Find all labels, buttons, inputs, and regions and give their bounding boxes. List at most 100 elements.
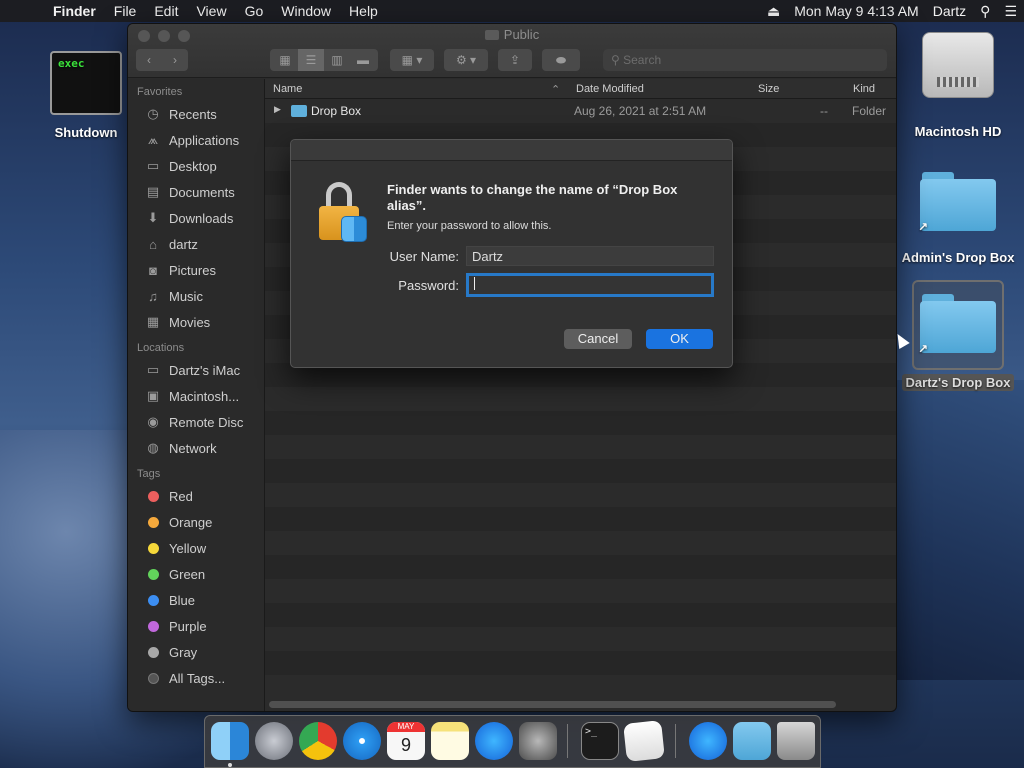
sidebar-tag-orange[interactable]: Orange xyxy=(128,509,264,535)
desktop-admin-dropbox[interactable]: ↗ Admin's Drop Box xyxy=(898,172,1018,265)
row-date: Aug 26, 2021 at 2:51 AM xyxy=(574,104,707,118)
sidebar-item-music[interactable]: ♫ Music xyxy=(128,283,264,309)
sidebar-tag-yellow[interactable]: Yellow xyxy=(128,535,264,561)
column-name[interactable]: Name xyxy=(273,83,302,95)
menu-go[interactable]: Go xyxy=(236,3,273,19)
sidebar-item-desktop[interactable]: ▭ Desktop xyxy=(128,153,264,179)
forward-button[interactable]: › xyxy=(162,49,188,71)
disk-icon: ▣ xyxy=(146,388,160,403)
menu-view[interactable]: View xyxy=(187,3,235,19)
row-kind: Folder xyxy=(852,104,887,118)
app-store-download-dock-icon[interactable] xyxy=(689,722,727,760)
download-icon: ⬇ xyxy=(147,210,159,225)
hard-drive-icon xyxy=(922,32,994,98)
favorites-header: Favorites xyxy=(137,86,183,98)
password-label: Password: xyxy=(398,278,459,293)
safari-dock-icon[interactable] xyxy=(343,722,381,760)
password-field[interactable] xyxy=(466,273,714,297)
horizontal-scrollbar[interactable] xyxy=(269,701,836,708)
disclosure-triangle-icon[interactable]: ▶ xyxy=(274,104,281,115)
search-field[interactable]: ⚲ Search xyxy=(603,49,887,71)
notification-center-icon[interactable]: ☰ xyxy=(997,3,1024,20)
sidebar-item-network[interactable]: ◍ Network xyxy=(128,435,264,461)
list-view-button[interactable]: ☰ xyxy=(298,49,324,71)
action-gear-button[interactable]: ⚙ ▾ xyxy=(444,49,488,71)
downloads-folder-dock-icon[interactable] xyxy=(733,722,771,760)
menu-app-finder[interactable]: Finder xyxy=(44,3,105,19)
dialog-titlebar xyxy=(291,140,732,161)
sidebar-item-pictures[interactable]: ◙ Pictures xyxy=(128,257,264,283)
view-mode-buttons: ▦ ☰ ▥ ▬ xyxy=(270,49,378,71)
gallery-view-button[interactable]: ▬ xyxy=(350,49,376,71)
table-row[interactable]: ▶ Drop Box Aug 26, 2021 at 2:51 AM -- Fo… xyxy=(265,99,896,123)
running-indicator xyxy=(228,763,232,767)
calendar-month: MAY xyxy=(387,722,425,732)
calendar-dock-icon[interactable]: MAY 9 xyxy=(387,722,425,760)
menu-edit[interactable]: Edit xyxy=(145,3,187,19)
column-view-button[interactable]: ▥ xyxy=(324,49,350,71)
chrome-dock-icon[interactable] xyxy=(299,722,337,760)
sort-chevron-icon[interactable]: ⌃ xyxy=(551,83,560,96)
column-size[interactable]: Size xyxy=(758,83,779,95)
tag-color-dot xyxy=(148,594,159,606)
sidebar-item-downloads[interactable]: ⬇ Downloads xyxy=(128,205,264,231)
folder-alias-icon: ↗ xyxy=(918,294,998,356)
folder-alias-icon: ↗ xyxy=(918,172,998,234)
menu-help[interactable]: Help xyxy=(340,3,387,19)
desktop-shutdown-item[interactable]: exec Shutdown xyxy=(48,51,124,140)
eject-icon[interactable]: ⏏ xyxy=(760,3,787,20)
ok-button[interactable]: OK xyxy=(646,329,713,349)
sidebar-item-recents[interactable]: ◷ Recents xyxy=(128,101,264,127)
tag-button[interactable]: ⬬ xyxy=(542,49,580,71)
sidebar-item-documents[interactable]: ▤ Documents xyxy=(128,179,264,205)
dock: MAY 9 >_ xyxy=(204,715,821,768)
desktop-icon: ▭ xyxy=(146,158,160,173)
calendar-day: 9 xyxy=(400,735,411,755)
sidebar-item-applications[interactable]: ⩕ Applications xyxy=(128,127,264,153)
textedit-dock-icon[interactable] xyxy=(623,720,665,762)
home-icon: ⌂ xyxy=(149,236,157,252)
tag-color-dot xyxy=(148,620,159,632)
globe-icon: ◍ xyxy=(147,440,159,455)
back-button[interactable]: ‹ xyxy=(136,49,162,71)
menu-file[interactable]: File xyxy=(105,3,146,19)
folder-icon xyxy=(291,105,307,117)
menubar-clock[interactable]: Mon May 9 4:13 AM xyxy=(787,3,926,19)
sidebar-tag-green[interactable]: Green xyxy=(128,561,264,587)
terminal-dock-icon[interactable]: >_ xyxy=(581,722,619,760)
sidebar-tag-red[interactable]: Red xyxy=(128,483,264,509)
icon-view-button[interactable]: ▦ xyxy=(272,49,298,71)
notes-dock-icon[interactable] xyxy=(431,722,469,760)
system-preferences-dock-icon[interactable] xyxy=(519,722,557,760)
selection-highlight: ↗ xyxy=(912,280,1004,370)
desktop-dartz-dropbox[interactable]: ↗ Dartz's Drop Box xyxy=(898,280,1018,391)
cancel-button[interactable]: Cancel xyxy=(564,329,632,349)
sidebar-all-tags[interactable]: All Tags... xyxy=(128,665,264,691)
sidebar-tag-purple[interactable]: Purple xyxy=(128,613,264,639)
app-store-dock-icon[interactable] xyxy=(475,722,513,760)
menu-window[interactable]: Window xyxy=(272,3,340,19)
sidebar-item-movies[interactable]: ▦ Movies xyxy=(128,309,264,335)
sidebar-item-macintosh-hd[interactable]: ▣ Macintosh... xyxy=(128,383,264,409)
group-button[interactable]: ▦ ▾ xyxy=(390,49,434,71)
tags-header: Tags xyxy=(137,468,161,480)
sidebar-item-imac[interactable]: ▭ Dartz's iMac xyxy=(128,357,264,383)
sidebar-tag-blue[interactable]: Blue xyxy=(128,587,264,613)
username-label: User Name: xyxy=(389,249,459,264)
sidebar-item-home[interactable]: ⌂ dartz xyxy=(128,231,264,257)
username-field[interactable]: Dartz xyxy=(466,246,714,266)
sidebar-item-remote-disc[interactable]: ◉ Remote Disc xyxy=(128,409,264,435)
trash-dock-icon[interactable] xyxy=(777,722,815,760)
column-date-modified[interactable]: Date Modified xyxy=(576,83,644,95)
spotlight-search-icon[interactable]: ⚲ xyxy=(973,3,997,20)
menubar-user[interactable]: Dartz xyxy=(926,3,973,19)
column-kind[interactable]: Kind xyxy=(853,83,875,95)
all-tags-icon xyxy=(148,672,159,684)
share-button[interactable]: ⇪ xyxy=(498,49,532,71)
sidebar-tag-gray[interactable]: Gray xyxy=(128,639,264,665)
tag-color-dot xyxy=(148,542,159,554)
launchpad-dock-icon[interactable] xyxy=(255,722,293,760)
finder-dock-icon[interactable] xyxy=(211,722,249,760)
desktop-macintosh-hd[interactable]: Macintosh HD xyxy=(910,32,1006,139)
window-title: Public xyxy=(128,27,896,42)
